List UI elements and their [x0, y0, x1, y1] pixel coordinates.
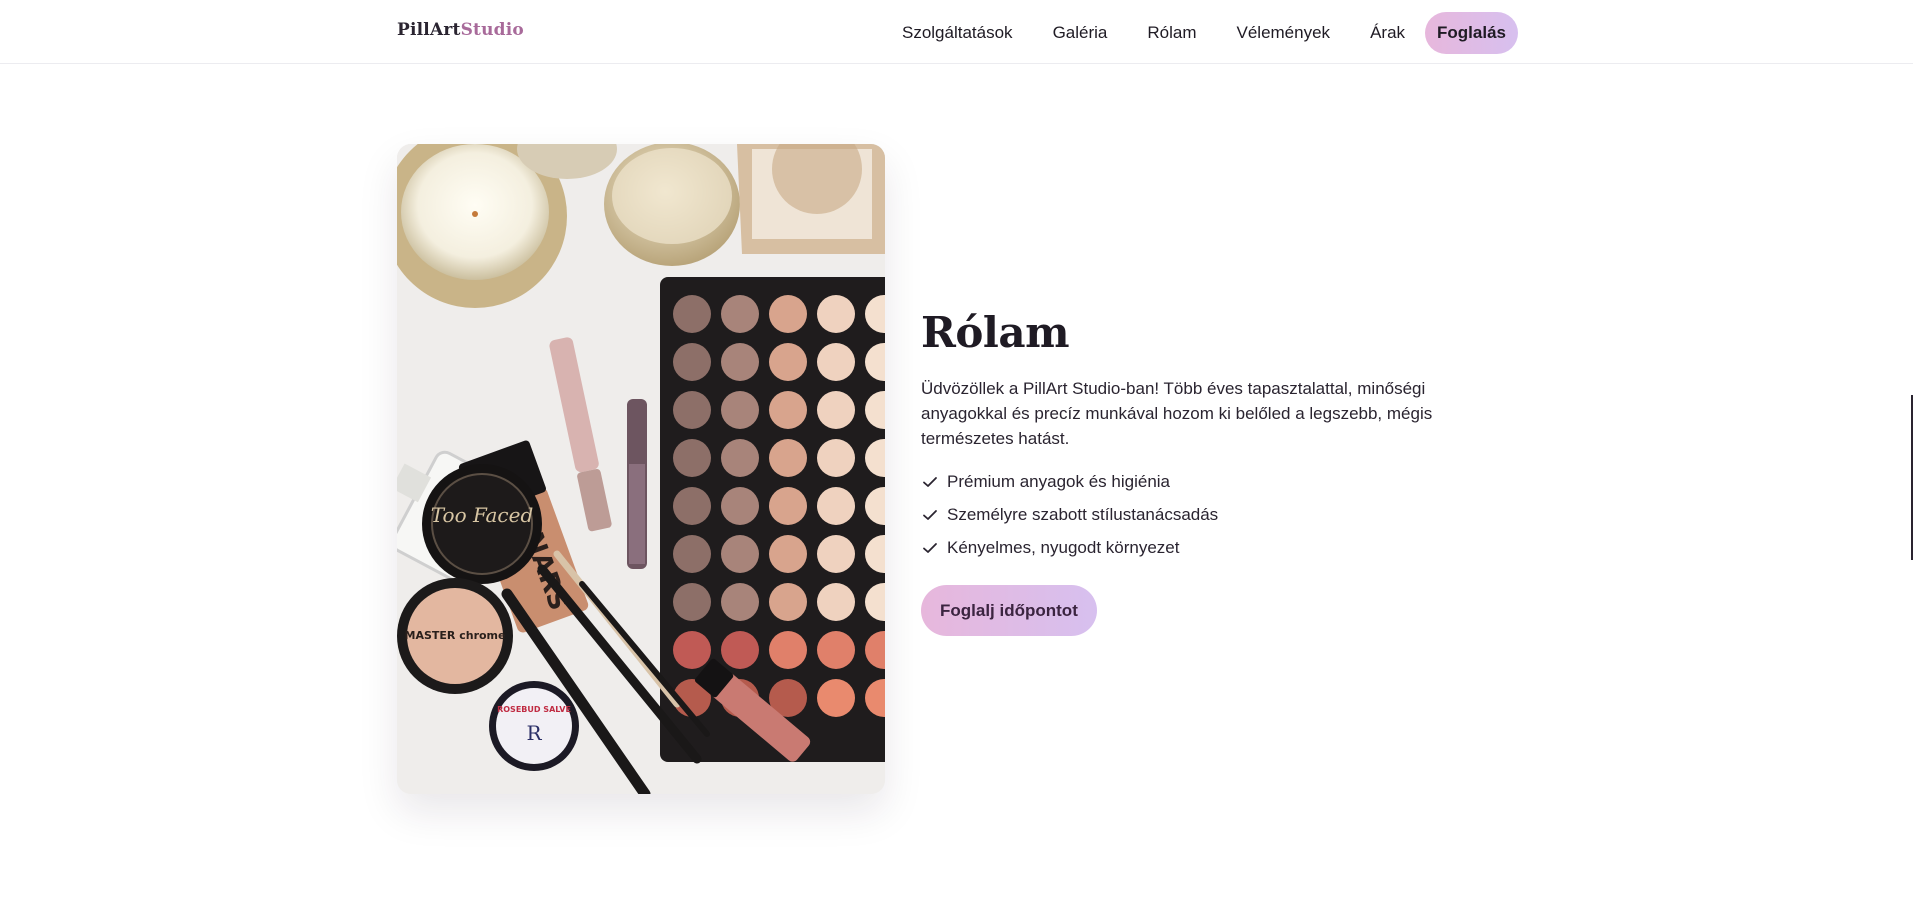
- nav-item-prices[interactable]: Árak: [1350, 13, 1425, 53]
- powder-brand-label: Too Faced: [431, 503, 534, 527]
- feature-item: Prémium anyagok és higiénia: [921, 465, 1481, 498]
- check-icon: [921, 473, 939, 491]
- nav-item-gallery[interactable]: Galéria: [1033, 13, 1128, 53]
- book-appointment-button[interactable]: Foglalj időpontot: [921, 585, 1097, 636]
- salve-brand-mark: R: [526, 721, 542, 745]
- makeup-flatlay-illustration: NARS Too Faced MASTER chrome ROSEBUD SAL…: [397, 144, 885, 794]
- about-intro: Üdvözöllek a PillArt Studio-ban! Több év…: [921, 379, 1433, 448]
- nav-item-about[interactable]: Rólam: [1127, 13, 1216, 53]
- nav-item-reviews[interactable]: Vélemények: [1217, 13, 1351, 53]
- site-header: PillArtStudio Szolgáltatások Galéria Ról…: [0, 0, 1913, 64]
- feature-item: Kényelmes, nyugodt környezet: [921, 531, 1481, 564]
- booking-nav-button[interactable]: Foglalás: [1425, 12, 1518, 54]
- logo-accent-text: Studio: [460, 20, 524, 40]
- logo-main-text: PillArt: [397, 20, 461, 40]
- feature-text: Személyre szabott stílustanácsadás: [947, 504, 1219, 524]
- feature-list: Prémium anyagok és higiénia Személyre sz…: [921, 465, 1481, 564]
- section-title: Rólam: [921, 308, 1070, 357]
- makeup-flatlay-image: NARS Too Faced MASTER chrome ROSEBUD SAL…: [397, 144, 885, 794]
- highlighter-brand-label: MASTER chrome: [405, 629, 506, 642]
- feature-item: Személyre szabott stílustanácsadás: [921, 498, 1481, 531]
- check-icon: [921, 539, 939, 557]
- check-icon: [921, 506, 939, 524]
- feature-text: Kényelmes, nyugodt környezet: [947, 537, 1180, 557]
- about-content: Rólam Üdvözöllek a PillArt Studio-ban! T…: [921, 306, 1481, 636]
- main-nav: Szolgáltatások Galéria Rólam Vélemények …: [882, 12, 1518, 54]
- feature-text: Prémium anyagok és higiénia: [947, 471, 1171, 491]
- nav-item-services[interactable]: Szolgáltatások: [882, 13, 1033, 53]
- logo[interactable]: PillArtStudio: [397, 20, 524, 40]
- salve-brand-label: ROSEBUD SALVE: [497, 705, 571, 714]
